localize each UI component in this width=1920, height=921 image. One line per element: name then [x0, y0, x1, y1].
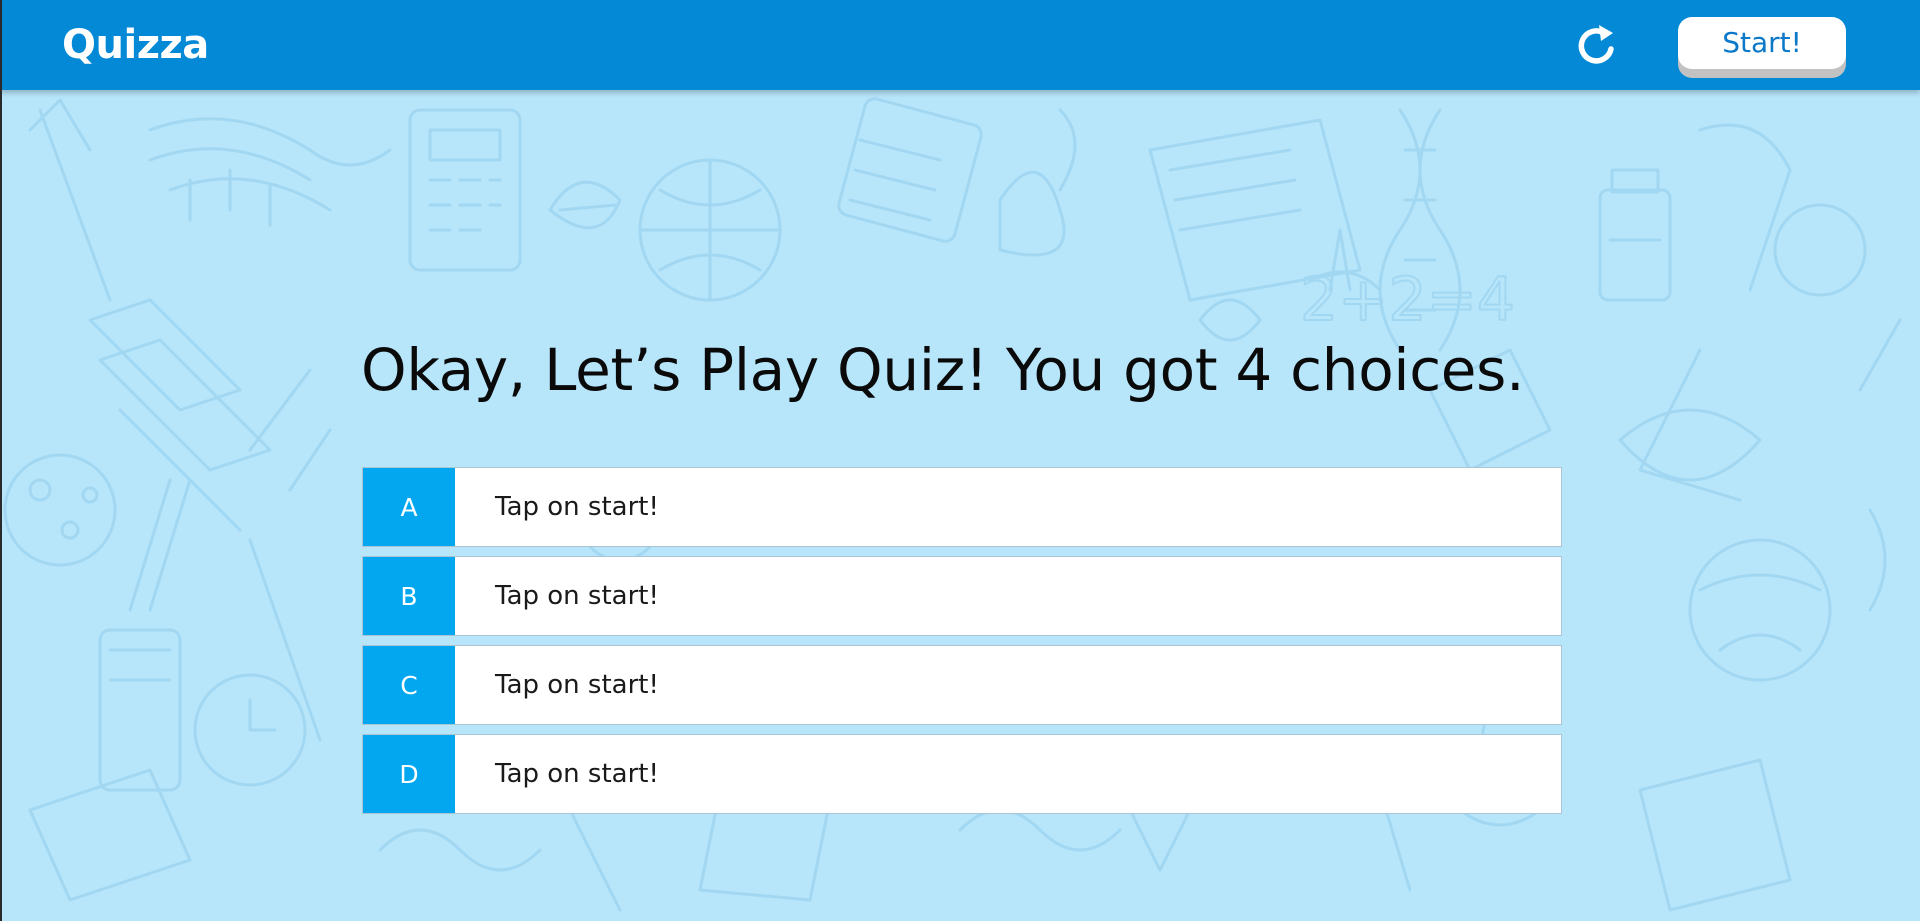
choice-letter: A [363, 468, 455, 546]
choice-text: Tap on start! [495, 492, 659, 522]
choice-b[interactable]: B Tap on start! [362, 556, 1562, 636]
choice-a[interactable]: A Tap on start! [362, 467, 1562, 547]
start-button[interactable]: Start! [1678, 17, 1846, 69]
choice-c[interactable]: C Tap on start! [362, 645, 1562, 725]
question-text: Okay, Let’s Play Quiz! You got 4 choices… [361, 336, 1525, 404]
choice-text: Tap on start! [495, 581, 659, 611]
brand-logo: Quizza [62, 22, 209, 68]
top-navbar: Quizza Start! [0, 0, 1920, 90]
window-edge [0, 0, 2, 921]
choice-text: Tap on start! [495, 670, 659, 700]
choice-letter: D [363, 735, 455, 813]
quiz-area: Okay, Let’s Play Quiz! You got 4 choices… [0, 90, 1920, 921]
choice-d[interactable]: D Tap on start! [362, 734, 1562, 814]
refresh-icon [1578, 25, 1614, 64]
choice-list: A Tap on start! B Tap on start! C Tap on… [362, 467, 1562, 823]
choice-text: Tap on start! [495, 759, 659, 789]
choice-letter: B [363, 557, 455, 635]
refresh-button[interactable] [1568, 18, 1624, 74]
choice-letter: C [363, 646, 455, 724]
